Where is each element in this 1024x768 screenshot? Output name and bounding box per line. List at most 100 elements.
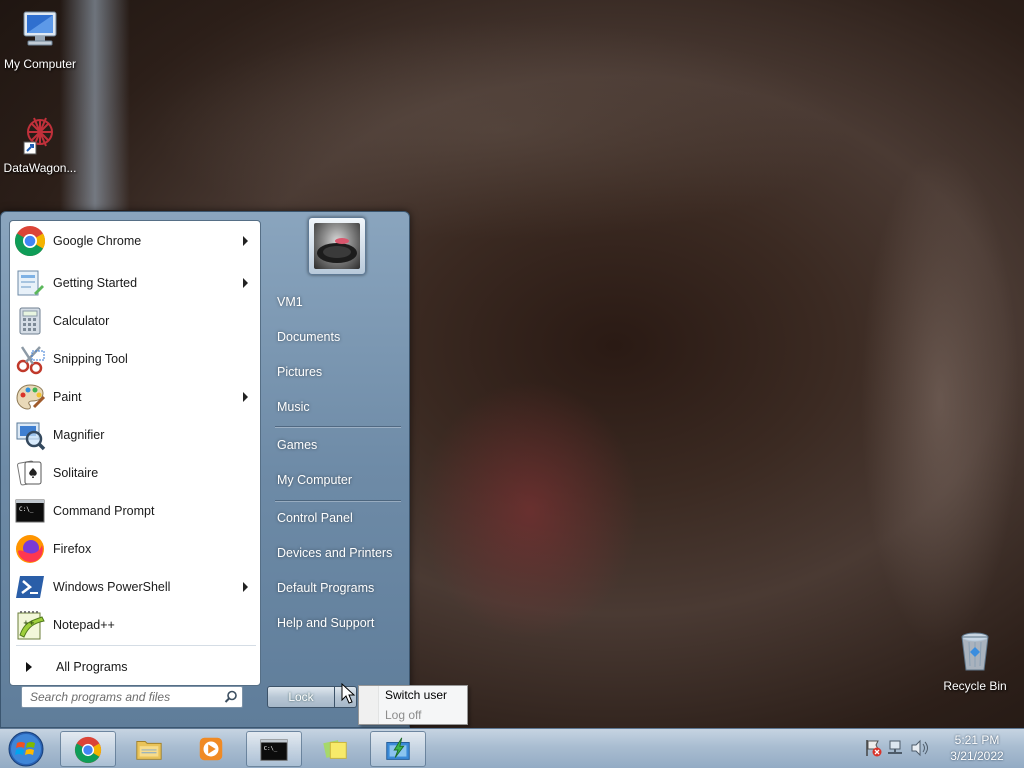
recycle-bin-icon [961, 632, 989, 671]
network-icon [888, 740, 902, 754]
shutdown-options-menu: Switch user Log off [358, 685, 468, 725]
right-item-devices-and-printers[interactable]: Devices and Printers [271, 539, 401, 567]
right-item-my-computer[interactable]: My Computer [271, 466, 401, 494]
program-item-getting-started[interactable]: Getting Started [12, 265, 258, 301]
user-avatar-image [314, 223, 360, 269]
program-label: Calculator [53, 314, 110, 328]
program-item-command-prompt[interactable]: C:\_ Command Prompt [12, 493, 258, 529]
wallpaper-shape [860, 150, 1020, 650]
menu-item-log-off[interactable]: Log off [385, 708, 421, 722]
computer-icon [23, 11, 57, 46]
menu-separator [275, 500, 401, 501]
lock-button[interactable]: Lock [267, 686, 335, 708]
desktop-icon-datawagon[interactable]: DataWagon... [0, 112, 80, 175]
firefox-icon [16, 535, 44, 563]
taskbar-button-media-player[interactable] [184, 731, 240, 767]
submenu-arrow-icon [243, 582, 248, 592]
taskbar-button-explorer[interactable] [122, 731, 178, 767]
svg-text:++: ++ [23, 619, 35, 627]
programs-pane: Google Chrome Getting Started Calculator… [9, 220, 261, 686]
chrome-icon [14, 226, 46, 257]
search-box[interactable] [21, 686, 243, 708]
program-item-paint[interactable]: Paint [12, 379, 258, 415]
right-item-games[interactable]: Games [271, 431, 401, 459]
menu-separator [275, 426, 401, 427]
svg-text:C:\_: C:\_ [264, 746, 278, 752]
system-tray [866, 739, 928, 757]
mouse-cursor-icon [341, 683, 356, 704]
taskbar-button-command-prompt[interactable]: C:\_ [246, 731, 302, 767]
desktop-icon-label: DataWagon... [3, 161, 77, 175]
desktop-icon-recycle-bin[interactable]: Recycle Bin [935, 630, 1015, 693]
right-item-pictures[interactable]: Pictures [271, 358, 401, 386]
right-item-default-programs[interactable]: Default Programs [271, 574, 401, 602]
taskbar-clock[interactable]: 5:21 PM 3/21/2022 [938, 732, 1016, 764]
right-item-music[interactable]: Music [271, 393, 401, 421]
right-item-vm1[interactable]: VM1 [271, 288, 401, 316]
submenu-arrow-icon [243, 392, 248, 402]
taskbar: C:\_ 5:21 PM 3/21/2022 [0, 728, 1024, 768]
program-item-snipping-tool[interactable]: Snipping Tool [12, 341, 258, 377]
all-programs-button[interactable]: All Programs [12, 651, 258, 683]
program-label: Solitaire [53, 466, 99, 480]
folder-icon [136, 741, 162, 760]
cmd-icon: C:\_ [15, 499, 45, 523]
volume-icon [911, 739, 928, 757]
menu-item-switch-user[interactable]: Switch user [385, 688, 447, 702]
program-label: Firefox [53, 542, 92, 556]
taskbar-button-chrome[interactable] [60, 731, 116, 767]
program-label: Windows PowerShell [53, 580, 171, 594]
right-item-control-panel[interactable]: Control Panel [271, 504, 401, 532]
clock-time: 5:21 PM [954, 733, 1000, 747]
right-arrow-icon [26, 662, 32, 672]
wallpaper-shape [150, 20, 850, 240]
program-item-notepadpp[interactable]: ++ Notepad++ [12, 607, 258, 643]
action-center-flag-icon [866, 740, 882, 757]
user-avatar[interactable] [308, 217, 366, 275]
wallpaper-shape [420, 380, 640, 640]
menu-separator [16, 645, 256, 646]
datawagon-icon [23, 117, 53, 155]
program-item-windows-powershell[interactable]: Windows PowerShell [12, 569, 258, 605]
program-label: Snipping Tool [53, 352, 128, 366]
desktop-icon-my-computer[interactable]: My Computer [0, 8, 80, 71]
svg-text:C:\_: C:\_ [19, 506, 34, 513]
search-icon[interactable] [224, 690, 238, 704]
program-item-calculator[interactable]: Calculator [12, 303, 258, 339]
turntable-icon [317, 238, 357, 263]
desktop-icon-label: Recycle Bin [943, 679, 1007, 693]
chrome-icon [74, 736, 102, 764]
paint-palette-icon [16, 384, 46, 410]
program-item-solitaire[interactable]: Solitaire [12, 455, 258, 491]
sticky-notes-icon [323, 740, 347, 759]
submenu-arrow-icon [243, 236, 248, 246]
right-item-documents[interactable]: Documents [271, 323, 401, 351]
program-label: Getting Started [53, 276, 138, 290]
start-menu: Google Chrome Getting Started Calculator… [0, 211, 410, 728]
cmd-icon: C:\_ [260, 739, 288, 761]
menu-gutter [359, 686, 379, 724]
calculator-icon [19, 307, 41, 335]
media-player-icon [199, 737, 223, 761]
taskbar-button-sticky-notes[interactable] [308, 731, 364, 767]
magnifier-icon [16, 422, 46, 451]
clock-date: 3/21/2022 [950, 749, 1004, 763]
program-item-firefox[interactable]: Firefox [12, 531, 258, 567]
program-label: Magnifier [53, 428, 105, 442]
program-label: Command Prompt [53, 504, 155, 518]
program-item-google-chrome[interactable]: Google Chrome [12, 223, 258, 259]
program-label: Notepad++ [53, 618, 115, 632]
powershell-icon [16, 576, 44, 598]
getting-started-icon [17, 270, 44, 296]
cards-icon [17, 460, 42, 486]
program-label: Google Chrome [53, 234, 142, 248]
program-item-magnifier[interactable]: Magnifier [12, 417, 258, 453]
program-label: Paint [53, 390, 82, 404]
scissors-icon [16, 346, 45, 375]
taskbar-button-installer[interactable] [370, 731, 426, 767]
search-input[interactable] [22, 687, 212, 707]
installer-icon [386, 737, 410, 760]
notepadpp-icon: ++ [17, 611, 45, 640]
start-orb-icon[interactable] [6, 730, 46, 768]
right-item-help-and-support[interactable]: Help and Support [271, 609, 401, 637]
